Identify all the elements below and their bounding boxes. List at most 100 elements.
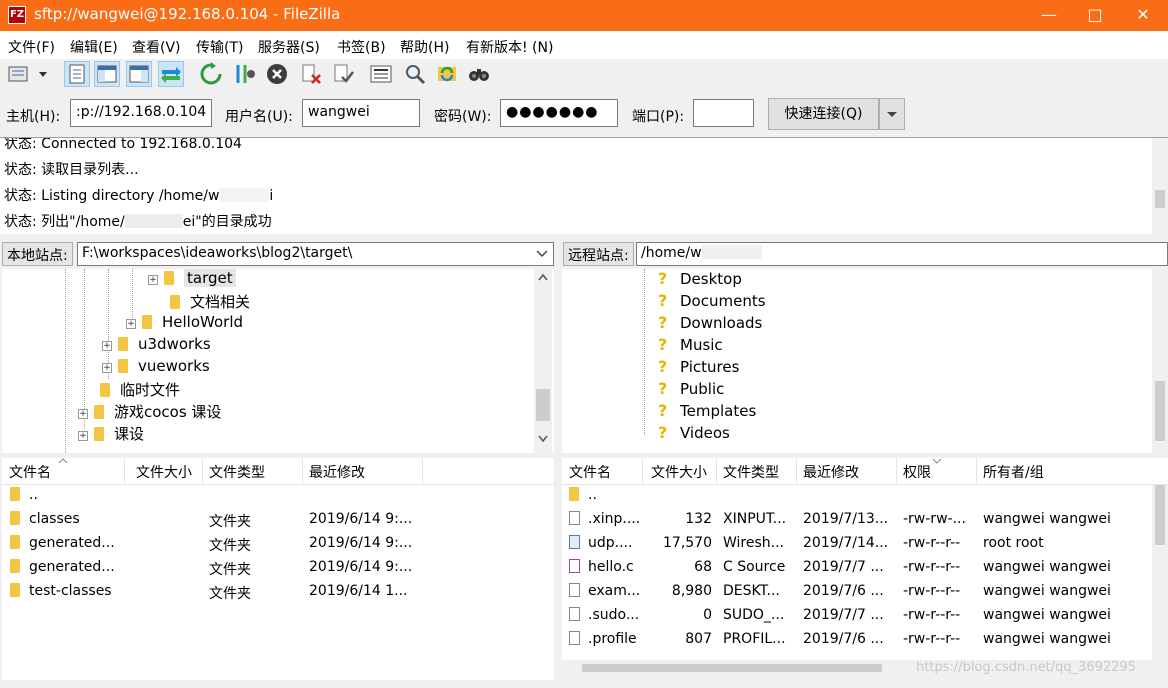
table-row[interactable]: .sudo... 0 SUDO_... 2019/7/7 ... -rw-r--… <box>562 605 1152 629</box>
toggle-local-tree-icon[interactable] <box>94 61 120 87</box>
remote-directory-tree: ? Desktop ? Documents ? Downloads ? Music ? P… <box>562 269 1168 453</box>
tree-item[interactable]: ? Desktop <box>658 269 742 291</box>
menu-file[interactable]: 文件(F) <box>8 37 55 57</box>
window-title: sftp://wangwei@192.168.0.104 - FileZilla <box>34 5 341 23</box>
table-row[interactable]: .. <box>2 485 554 509</box>
chevron-down-icon[interactable] <box>538 435 548 443</box>
chevron-down-icon[interactable] <box>536 249 548 259</box>
remote-list-scrollbar-thumb[interactable] <box>1155 485 1165 545</box>
column-filetype[interactable]: 文件类型 <box>723 462 779 482</box>
column-filesize[interactable]: 文件大小 <box>136 462 192 482</box>
local-file-list: .. classes 文件夹 2019/6/14 9:... generated… <box>2 485 554 685</box>
menu-transfer[interactable]: 传输(T) <box>196 37 243 57</box>
refresh-icon[interactable] <box>198 61 224 87</box>
column-modified[interactable]: 最近修改 <box>309 462 365 482</box>
expand-icon[interactable]: + <box>126 319 136 329</box>
toggle-filename-filter-icon[interactable] <box>402 61 428 87</box>
toggle-remote-tree-icon[interactable] <box>126 61 152 87</box>
menu-server[interactable]: 服务器(S) <box>258 37 320 57</box>
tree-item[interactable]: 文档相关 <box>170 291 250 313</box>
menu-new-version[interactable]: 有新版本! (N) <box>466 37 553 57</box>
table-row[interactable]: .xinp.... 132 XINPUT... 2019/7/13... -rw… <box>562 509 1152 533</box>
column-owner-group[interactable]: 所有者/组 <box>983 462 1044 482</box>
table-row[interactable]: .profile 807 PROFIL... 2019/7/6 ... -rw-… <box>562 629 1152 653</box>
expand-icon[interactable]: + <box>102 363 112 373</box>
toggle-log-icon[interactable] <box>64 61 90 87</box>
tree-item[interactable]: ? Downloads <box>658 313 762 335</box>
table-row[interactable]: generated... 文件夹 2019/6/14 9:... <box>2 533 554 557</box>
tree-item[interactable]: ? Videos <box>658 423 730 445</box>
menu-help[interactable]: 帮助(H) <box>400 37 449 57</box>
remote-path-input[interactable]: /home/w <box>636 242 1168 266</box>
message-log: 状态: Connected to 192.168.0.104 状态: 读取目录列… <box>0 137 1168 234</box>
tree-item[interactable]: ? Public <box>658 379 724 401</box>
tree-item[interactable]: + 课设 <box>78 423 144 445</box>
menu-bookmarks[interactable]: 书签(B) <box>337 37 386 57</box>
expand-icon[interactable]: + <box>102 341 112 351</box>
site-manager-icon[interactable] <box>6 61 32 87</box>
tree-item[interactable]: + vueworks <box>102 357 210 379</box>
tree-item[interactable]: 临时文件 <box>100 379 180 401</box>
table-row[interactable]: generated... 文件夹 2019/6/14 9:... <box>2 557 554 581</box>
column-filesize[interactable]: 文件大小 <box>651 462 707 482</box>
chevron-up-icon[interactable] <box>538 273 548 281</box>
remote-list-hscrollbar-thumb[interactable] <box>582 664 882 672</box>
disconnect-icon[interactable] <box>298 61 324 87</box>
expand-icon[interactable]: + <box>148 275 158 285</box>
table-row[interactable]: udp.... 17,570 Wiresh... 2019/7/14... -r… <box>562 533 1152 557</box>
local-tree-scrollbar[interactable] <box>534 269 552 453</box>
column-modified[interactable]: 最近修改 <box>803 462 859 482</box>
search-remote-files-icon[interactable] <box>466 61 492 87</box>
process-queue-icon[interactable] <box>232 61 258 87</box>
column-filename[interactable]: 文件名 <box>9 462 51 482</box>
expand-icon[interactable]: + <box>78 409 88 419</box>
close-button[interactable]: ✕ <box>1120 0 1166 31</box>
tree-item[interactable]: ? Documents <box>658 291 766 313</box>
tree-item[interactable]: + target <box>148 269 236 291</box>
column-filetype[interactable]: 文件类型 <box>209 462 265 482</box>
filezilla-icon: FZ <box>8 6 26 24</box>
table-row[interactable]: classes 文件夹 2019/6/14 9:... <box>2 509 554 533</box>
menu-edit[interactable]: 编辑(E) <box>70 37 118 57</box>
host-input[interactable]: :p://192.168.0.104 <box>70 99 212 127</box>
tree-item[interactable]: + u3dworks <box>102 335 211 357</box>
tree-item[interactable]: ? Templates <box>658 401 756 423</box>
column-filename[interactable]: 文件名 <box>569 462 611 482</box>
local-directory-tree: + target 文档相关 + HelloWorld + u3dworks + vuew… <box>2 269 554 453</box>
site-manager-dropdown-icon[interactable] <box>34 61 52 87</box>
remote-list-scrollbar[interactable] <box>1152 485 1168 660</box>
column-permissions[interactable]: 权限 <box>903 462 931 482</box>
reconnect-icon[interactable] <box>330 61 356 87</box>
host-label: 主机(H): <box>6 109 61 125</box>
question-mark-icon: ? <box>658 313 668 332</box>
toggle-transfer-queue-icon[interactable] <box>158 61 184 87</box>
expand-icon[interactable]: + <box>78 431 88 441</box>
local-tree-scrollbar-thumb[interactable] <box>536 389 550 421</box>
local-path-input[interactable]: F:\workspaces\ideaworks\blog2\target\ <box>77 242 554 266</box>
remote-tree-scrollbar-thumb[interactable] <box>1155 381 1165 441</box>
sync-browsing-icon[interactable] <box>434 61 460 87</box>
quickconnect-button[interactable]: 快速连接(Q) <box>768 98 879 130</box>
menu-view[interactable]: 查看(V) <box>132 37 181 57</box>
cancel-operation-icon[interactable] <box>264 61 290 87</box>
directory-listing-filter-icon[interactable] <box>368 61 394 87</box>
port-input[interactable] <box>693 99 754 127</box>
table-row[interactable]: .. <box>562 485 1152 509</box>
tree-item[interactable]: ? Music <box>658 335 723 357</box>
table-row[interactable]: exam... 8,980 DESKT... 2019/7/6 ... -rw-… <box>562 581 1152 605</box>
folder-icon <box>10 583 20 599</box>
minimize-button[interactable]: — <box>1026 0 1072 31</box>
log-scrollbar[interactable] <box>1152 138 1168 234</box>
password-input[interactable]: ●●●●●●● <box>500 99 618 127</box>
username-input[interactable]: wangwei <box>302 99 420 127</box>
tree-item[interactable]: + HelloWorld <box>126 313 243 335</box>
quickconnect-dropdown[interactable] <box>879 98 905 130</box>
maximize-button[interactable]: □ <box>1072 0 1118 31</box>
log-scrollbar-thumb[interactable] <box>1155 190 1165 208</box>
table-row[interactable]: hello.c 68 C Source 2019/7/7 ... -rw-r--… <box>562 557 1152 581</box>
table-row[interactable]: test-classes 文件夹 2019/6/14 1... <box>2 581 554 605</box>
remote-tree-scrollbar[interactable] <box>1152 269 1168 453</box>
tree-item[interactable]: ? Pictures <box>658 357 739 379</box>
tree-item[interactable]: + 游戏cocos 课设 <box>78 401 221 423</box>
question-mark-icon: ? <box>658 379 668 398</box>
